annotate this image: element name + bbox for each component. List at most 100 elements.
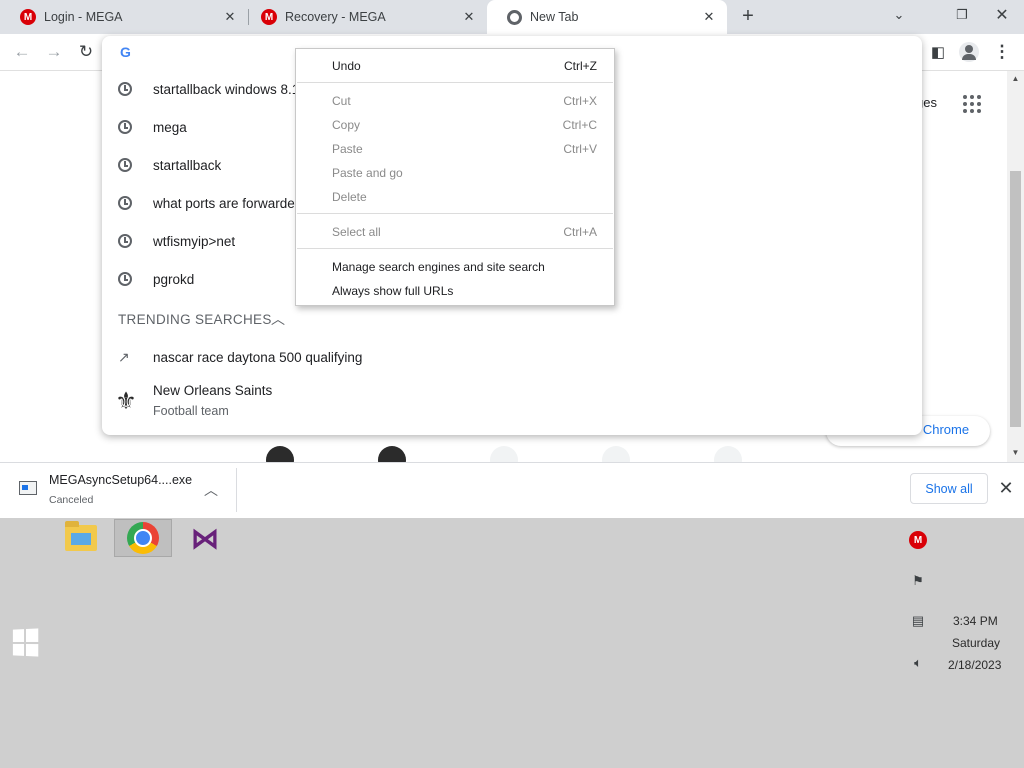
tab-label: New Tab — [530, 10, 579, 24]
close-icon[interactable]: ✕ — [222, 9, 238, 25]
chevron-up-icon[interactable]: ︿ — [271, 309, 285, 329]
shortcut-tile[interactable] — [480, 446, 528, 462]
menu-item-shortcut: Ctrl+V — [563, 142, 597, 156]
close-download-bar-icon[interactable]: ✕ — [997, 478, 1015, 499]
chrome-icon — [507, 9, 522, 25]
taskbar-visual-studio[interactable]: ⋈ — [176, 519, 234, 557]
google-apps-icon[interactable] — [963, 95, 981, 113]
entity-subtitle: Football team — [153, 404, 229, 418]
page-scrollbar[interactable]: ▲ ▼ — [1007, 71, 1024, 462]
new-tab-button[interactable]: + — [737, 6, 759, 28]
menu-item-undo[interactable]: Undo Ctrl+Z — [332, 56, 597, 76]
close-icon[interactable]: ✕ — [461, 9, 477, 25]
download-status: Canceled — [49, 494, 94, 506]
entity-title[interactable]: New Orleans Saints — [153, 383, 272, 398]
trending-arrow-icon: ↗ — [118, 348, 130, 365]
suggestion-row[interactable]: startallback — [118, 153, 298, 177]
menu-item-paste-and-go[interactable]: Paste and go — [332, 163, 597, 183]
taskbar-chrome[interactable] — [114, 519, 172, 557]
file-explorer-icon — [65, 521, 97, 551]
mega-icon: M — [20, 9, 36, 25]
trending-row[interactable]: ↗ nascar race daytona 500 qualifying — [118, 345, 362, 369]
menu-item-paste[interactable]: Paste Ctrl+V — [332, 139, 597, 159]
divider — [236, 468, 237, 512]
profile-avatar-icon[interactable] — [957, 40, 981, 64]
suggestion-row[interactable]: startallback windows 8.1 — [118, 77, 298, 101]
suggestion-text: wtfismyip>net — [153, 233, 236, 249]
menu-item-label: Delete — [332, 190, 367, 204]
suggestion-text: mega — [153, 119, 187, 135]
chrome-icon — [127, 522, 159, 554]
shortcut-tile[interactable] — [592, 446, 640, 462]
menu-item-cut[interactable]: Cut Ctrl+X — [332, 91, 597, 111]
history-clock-icon — [118, 272, 132, 286]
menu-item-copy[interactable]: Copy Ctrl+C — [332, 115, 597, 135]
shortcut-tile[interactable] — [704, 446, 752, 462]
tab-search-chevron-icon[interactable]: ⌄ — [881, 0, 917, 30]
menu-item-shortcut: Ctrl+X — [563, 94, 597, 108]
tab-label: Login - MEGA — [44, 10, 123, 24]
tab-login-mega[interactable]: M Login - MEGA ✕ — [0, 0, 248, 34]
forward-icon[interactable]: → — [42, 40, 66, 64]
network-icon[interactable]: ▤ — [909, 612, 927, 630]
scroll-up-icon[interactable]: ▲ — [1011, 74, 1020, 83]
menu-separator — [297, 82, 613, 83]
mega-tray-icon[interactable]: M — [909, 531, 927, 549]
show-all-button[interactable]: Show all — [910, 473, 988, 504]
history-clock-icon — [118, 82, 132, 96]
reload-icon[interactable]: ↻ — [74, 40, 98, 64]
menu-item-shortcut: Ctrl+Z — [564, 59, 597, 73]
tab-label: Recovery - MEGA — [285, 10, 386, 24]
close-window-icon[interactable]: ✕ — [980, 0, 1024, 30]
menu-item-label: Cut — [332, 94, 351, 108]
shortcut-tile[interactable] — [368, 446, 416, 462]
menu-item-delete[interactable]: Delete — [332, 187, 597, 207]
menu-item-manage-search-engines[interactable]: Manage search engines and site search — [332, 257, 597, 277]
scroll-thumb[interactable] — [1010, 171, 1021, 427]
tab-new-tab[interactable]: New Tab ✕ — [487, 0, 727, 34]
scroll-down-icon[interactable]: ▼ — [1011, 448, 1020, 457]
suggestion-row[interactable]: what ports are forwarded — [118, 191, 298, 215]
fleur-de-lis-icon: ⚜ — [115, 387, 137, 415]
menu-item-select-all[interactable]: Select all Ctrl+A — [332, 222, 597, 242]
back-icon[interactable]: ← — [10, 40, 34, 64]
menu-item-label: Paste — [332, 142, 363, 156]
context-menu: Undo Ctrl+Z Cut Ctrl+X Copy Ctrl+C Paste… — [295, 48, 615, 306]
trending-header: TRENDING SEARCHES — [118, 312, 272, 327]
clock-time[interactable]: 3:34 PM — [953, 614, 998, 628]
tab-strip: M Login - MEGA ✕ M Recovery - MEGA ✕ New… — [0, 0, 1024, 34]
entity-suggestion[interactable]: ⚜ — [112, 384, 140, 418]
shortcut-tile[interactable] — [256, 446, 304, 462]
suggestion-row[interactable]: wtfismyip>net — [118, 229, 298, 253]
chevron-up-icon[interactable]: ︿ — [204, 480, 218, 500]
close-icon[interactable]: ✕ — [701, 9, 717, 25]
menu-item-label: Always show full URLs — [332, 284, 454, 298]
clock-date[interactable]: 2/18/2023 — [948, 658, 1001, 672]
side-panel-icon[interactable]: ◧ — [926, 40, 950, 64]
tab-recovery-mega[interactable]: M Recovery - MEGA ✕ — [241, 0, 487, 34]
history-clock-icon — [118, 196, 132, 210]
menu-item-label: Select all — [332, 225, 381, 239]
menu-separator — [297, 248, 613, 249]
volume-icon[interactable]: 🔈︎ — [909, 654, 927, 672]
menu-kebab-icon[interactable]: ⋮ — [990, 40, 1014, 64]
mega-icon: M — [261, 9, 277, 25]
taskbar-file-explorer[interactable] — [52, 519, 110, 557]
visual-studio-icon: ⋈ — [191, 522, 219, 554]
restore-window-icon[interactable]: ❐ — [944, 0, 980, 30]
menu-item-label: Copy — [332, 118, 361, 132]
start-button-windows-icon[interactable] — [12, 628, 39, 657]
menu-item-always-show-full-urls[interactable]: Always show full URLs — [332, 281, 597, 301]
google-logo-icon: G — [120, 44, 131, 60]
action-center-flag-icon[interactable]: ⚑ — [909, 572, 927, 590]
suggestion-row[interactable]: mega — [118, 115, 298, 139]
clock-day[interactable]: Saturday — [952, 636, 1000, 650]
download-bar — [0, 462, 1024, 518]
suggestion-text: startallback windows 8.1 — [153, 81, 298, 97]
suggestion-row[interactable]: pgrokd — [118, 267, 298, 291]
suggestion-text: what ports are forwarded — [153, 195, 298, 211]
history-clock-icon — [118, 234, 132, 248]
download-filename[interactable]: MEGAsyncSetup64....exe — [49, 473, 192, 487]
menu-item-label: Paste and go — [332, 166, 403, 180]
history-clock-icon — [118, 120, 132, 134]
